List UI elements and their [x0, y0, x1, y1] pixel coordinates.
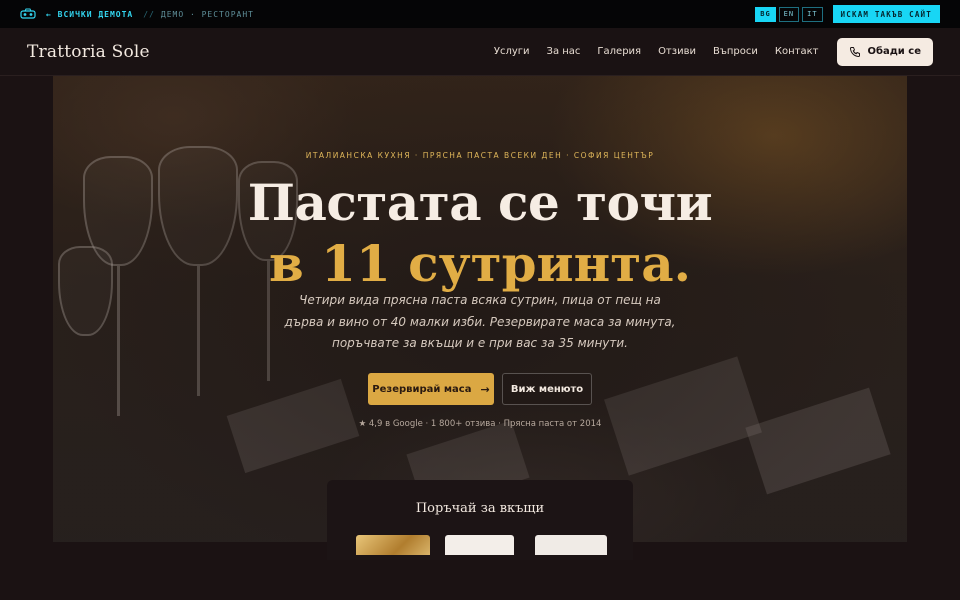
- social-proof: ★ 4,9 в Google · 1 800+ отзива · Прясна …: [358, 419, 602, 429]
- hero-title-line1: Пастата се точи: [247, 173, 713, 232]
- order-card: Поръчай за вкъщи: [327, 480, 633, 560]
- nav-item-gallery[interactable]: Галерия: [597, 46, 641, 57]
- call-button-label: Обади се: [867, 46, 921, 57]
- demo-bar-right: BG EN IT ИСКАМ ТАКЪВ САЙТ: [752, 5, 940, 23]
- reserve-table-button[interactable]: Резервирай маса →: [368, 373, 494, 405]
- nav-item-contact[interactable]: Контакт: [775, 46, 819, 57]
- back-to-demos-link[interactable]: ← ВСИЧКИ ДЕМОТА: [46, 10, 133, 19]
- demo-bar: ← ВСИЧКИ ДЕМОТА // ДЕМО · РЕСТОРАНТ BG E…: [0, 0, 960, 28]
- nav-item-reviews[interactable]: Отзиви: [658, 46, 696, 57]
- site-logo[interactable]: Trattoria Sole: [27, 42, 150, 62]
- view-menu-button[interactable]: Виж менюто: [502, 373, 592, 405]
- arrow-right-icon: →: [480, 382, 490, 396]
- hero-title-line2: в 11 сутринта.: [269, 234, 691, 293]
- dish-thumbnail[interactable]: [356, 535, 430, 555]
- dish-thumbnail[interactable]: [535, 535, 607, 555]
- site-header: Trattoria Sole Услуги За нас Галерия Отз…: [0, 28, 960, 76]
- hero-eyebrow: ИТАЛИАНСКА КУХНЯ · ПРЯСНА ПАСТА ВСЕКИ ДЕ…: [305, 151, 655, 160]
- breadcrumb-separator: //: [143, 9, 155, 19]
- lang-bg-button[interactable]: BG: [755, 6, 776, 22]
- nav-item-services[interactable]: Услуги: [494, 46, 530, 57]
- call-button[interactable]: Обади се: [837, 37, 933, 66]
- demo-logo-icon: [20, 8, 36, 19]
- lang-it-button[interactable]: IT: [802, 6, 823, 22]
- lang-en-button[interactable]: EN: [778, 6, 800, 22]
- hero-section: ИТАЛИАНСКА КУХНЯ · ПРЯСНА ПАСТА ВСЕКИ ДЕ…: [53, 76, 907, 542]
- nav-item-faq[interactable]: Въпроси: [713, 46, 758, 57]
- order-card-title: Поръчай за вкъщи: [415, 501, 545, 516]
- hero-lede: Четири вида прясна паста всяка сутрин, п…: [284, 293, 676, 350]
- nav-item-about[interactable]: За нас: [547, 46, 581, 57]
- dish-thumbnail[interactable]: [445, 535, 514, 555]
- reserve-table-label: Резервирай маса: [372, 383, 472, 395]
- phone-icon: [850, 46, 861, 57]
- want-this-site-button[interactable]: ИСКАМ ТАКЪВ САЙТ: [832, 5, 940, 23]
- main-nav: Услуги За нас Галерия Отзиви Въпроси Кон…: [477, 37, 933, 66]
- breadcrumb: ДЕМО · РЕСТОРАНТ: [160, 9, 254, 19]
